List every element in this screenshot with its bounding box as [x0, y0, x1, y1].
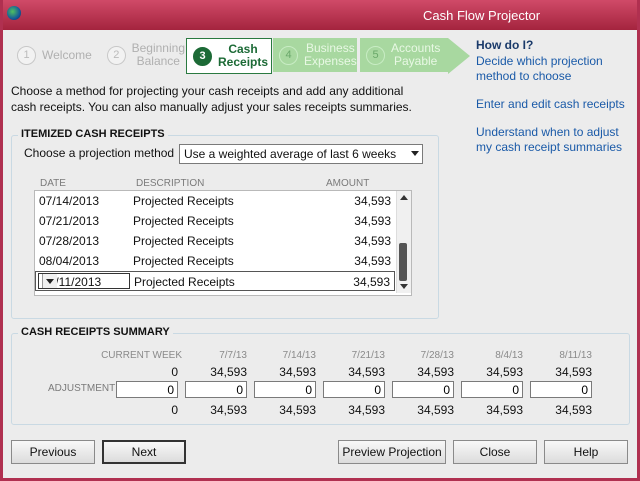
date-dropdown[interactable]: 08/11/2013	[38, 273, 130, 289]
app-window: Cash Flow Projector 1 Welcome 2 Beginnin…	[0, 0, 640, 481]
help-link-adjust-summaries[interactable]: Understand when to adjust my cash receip…	[476, 125, 636, 155]
help-header: How do I?	[476, 38, 534, 52]
adjustment-label: ADJUSTMENT	[48, 383, 116, 394]
itemized-receipts-group: ITEMIZED CASH RECEIPTS Choose a projecti…	[11, 128, 439, 319]
projection-method-value: Use a weighted average of last 6 weeks	[184, 147, 397, 161]
row-amount: 34,593	[354, 194, 391, 208]
summary-top-value: 34,593	[279, 365, 316, 379]
col-date: DATE	[40, 178, 66, 189]
wizard-arrow-icon	[448, 38, 470, 74]
table-row[interactable]: 07/28/2013 Projected Receipts 34,593	[35, 231, 395, 251]
next-button[interactable]: Next	[102, 440, 186, 464]
scroll-thumb[interactable]	[399, 243, 407, 281]
step-number: 1	[17, 45, 36, 65]
summary-top-value: 34,593	[555, 365, 592, 379]
table-row-selected[interactable]: 08/11/2013 Projected Receipts 34,593	[35, 271, 395, 291]
adjustment-input[interactable]	[323, 381, 385, 398]
step-business-expenses[interactable]: 4 Business Expenses	[273, 38, 357, 72]
step-label: Accounts Payable	[391, 41, 441, 68]
adjustment-input[interactable]	[461, 381, 523, 398]
summary-bottom-value: 34,593	[486, 403, 523, 417]
step-number: 3	[193, 46, 212, 66]
previous-button[interactable]: Previous	[11, 440, 95, 464]
close-button[interactable]: Close	[453, 440, 537, 464]
row-date: 07/28/2013	[39, 234, 100, 248]
summary-top-value: 34,593	[348, 365, 385, 379]
row-amount: 34,593	[354, 214, 391, 228]
summary-col-head: 8/11/13	[559, 350, 592, 361]
help-link-edit-receipts[interactable]: Enter and edit cash receipts	[476, 97, 636, 112]
row-description: Projected Receipts	[133, 234, 234, 248]
summary-col-head: 7/28/13	[420, 350, 454, 361]
row-amount: 34,593	[354, 254, 391, 268]
table-row[interactable]: 08/04/2013 Projected Receipts 34,593	[35, 251, 395, 271]
chevron-down-icon	[411, 151, 419, 156]
row-description: Projected Receipts	[133, 254, 234, 268]
step-cash-receipts[interactable]: 3 Cash Receipts	[186, 38, 272, 74]
adjustment-input[interactable]	[254, 381, 316, 398]
summary-title: CASH RECEIPTS SUMMARY	[18, 326, 173, 338]
method-label: Choose a projection method	[24, 146, 175, 160]
step-label: Beginning Balance	[131, 41, 185, 68]
row-date: 08/04/2013	[39, 254, 100, 268]
step-welcome[interactable]: 1 Welcome	[11, 38, 101, 72]
preview-projection-button[interactable]: Preview Projection	[338, 440, 446, 464]
step-number: 5	[366, 45, 385, 65]
col-description: DESCRIPTION	[136, 178, 205, 189]
scroll-down-icon[interactable]	[400, 284, 408, 289]
col-amount: AMOUNT	[326, 178, 370, 189]
summary-bottom-value: 34,593	[210, 403, 247, 417]
row-date: 07/14/2013	[39, 194, 100, 208]
summary-col-head: CURRENT WEEK	[101, 350, 182, 361]
summary-top-value: 34,593	[210, 365, 247, 379]
step-number: 2	[107, 45, 126, 65]
step-label: Cash Receipts	[218, 42, 269, 69]
title-bar: Cash Flow Projector	[3, 0, 637, 30]
row-description: Projected Receipts	[133, 194, 234, 208]
scroll-up-icon[interactable]	[400, 195, 408, 200]
receipts-grid: 07/14/2013 Projected Receipts 34,593 07/…	[34, 190, 412, 296]
summary-bottom-value: 34,593	[417, 403, 454, 417]
adjustment-input[interactable]	[185, 381, 247, 398]
summary-col-head: 8/4/13	[495, 350, 523, 361]
summary-top-value: 34,593	[486, 365, 523, 379]
step-label: Business Expenses	[304, 41, 357, 68]
row-date: 07/21/2013	[39, 214, 100, 228]
step-accounts-payable[interactable]: 5 Accounts Payable	[360, 38, 448, 72]
help-link-projection-method[interactable]: Decide which projection method to choose	[476, 54, 636, 84]
summary-bottom-value: 0	[171, 403, 178, 417]
summary-col-head: 7/7/13	[219, 350, 247, 361]
summary-bottom-value: 34,593	[555, 403, 592, 417]
chevron-down-icon[interactable]	[42, 274, 57, 288]
grid-scrollbar[interactable]	[396, 191, 411, 293]
step-number: 4	[279, 45, 298, 65]
row-description: Projected Receipts	[133, 214, 234, 228]
window-title: Cash Flow Projector	[423, 8, 541, 23]
table-row[interactable]: 07/14/2013 Projected Receipts 34,593	[35, 191, 395, 211]
adjustment-input[interactable]	[530, 381, 592, 398]
summary-bottom-value: 34,593	[348, 403, 385, 417]
row-description: Projected Receipts	[134, 275, 235, 289]
summary-top-value: 34,593	[417, 365, 454, 379]
summary-col-head: 7/21/13	[351, 350, 385, 361]
intro-text: Choose a method for projecting your cash…	[11, 84, 412, 114]
adjustment-input[interactable]	[392, 381, 454, 398]
summary-top-value: 0	[171, 365, 178, 379]
cash-receipts-summary-group: CASH RECEIPTS SUMMARY ADJUSTMENT CURRENT…	[11, 326, 630, 425]
app-globe-icon	[7, 6, 21, 20]
help-button[interactable]: Help	[544, 440, 628, 464]
step-label: Welcome	[42, 47, 92, 62]
projection-method-select[interactable]: Use a weighted average of last 6 weeks	[179, 144, 423, 164]
summary-bottom-value: 34,593	[279, 403, 316, 417]
summary-col-head: 7/14/13	[282, 350, 316, 361]
step-beginning-balance[interactable]: 2 Beginning Balance	[101, 38, 185, 72]
help-panel: How do I? Decide which projection method…	[476, 38, 636, 168]
row-amount: 34,593	[353, 275, 390, 289]
row-amount: 34,593	[354, 234, 391, 248]
adjustment-input[interactable]	[116, 381, 178, 398]
itemized-title: ITEMIZED CASH RECEIPTS	[18, 128, 168, 140]
table-row[interactable]: 07/21/2013 Projected Receipts 34,593	[35, 211, 395, 231]
